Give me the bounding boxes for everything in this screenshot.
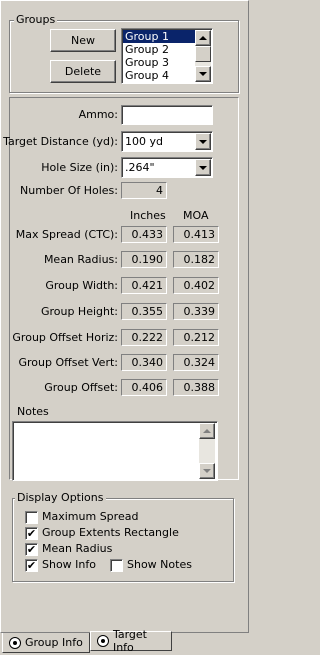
scroll-up-button[interactable] — [195, 30, 211, 46]
stat-label: Max Spread (CTC): — [15, 228, 118, 241]
group-list-item[interactable]: Group 2 — [123, 43, 195, 56]
group-list-item[interactable]: Group 3 — [123, 56, 195, 69]
ammo-input[interactable] — [121, 105, 213, 125]
stat-inches-value: 0.421 — [121, 277, 167, 294]
stat-inches-value: 0.190 — [121, 251, 167, 268]
tab-target-info-label: Target Info — [112, 628, 147, 654]
arrow-up-icon — [199, 36, 207, 40]
stat-moa-value: 0.182 — [173, 251, 219, 268]
max-spread-checkbox[interactable] — [25, 511, 38, 524]
show-notes-checkbox[interactable] — [110, 559, 123, 572]
hole-size-select[interactable]: .264" — [121, 157, 213, 178]
tab-group-info-label: Group Info — [25, 636, 83, 649]
hole-size-label: Hole Size (in): — [41, 161, 118, 174]
groups-listbox[interactable]: Group 1 Group 2 Group 3 Group 4 — [121, 28, 213, 84]
stat-moa-value: 0.402 — [173, 277, 219, 294]
extents-rect-label: Group Extents Rectangle — [42, 526, 179, 539]
stat-inches-value: 0.340 — [121, 354, 167, 371]
stat-label: Group Offset Horiz: — [12, 331, 118, 344]
stat-inches-value: 0.433 — [121, 226, 167, 243]
mean-radius-label: Mean Radius — [42, 542, 113, 555]
number-of-holes-value: 4 — [121, 182, 167, 199]
notes-scrollbar[interactable] — [199, 423, 215, 479]
stat-moa-value: 0.413 — [173, 226, 219, 243]
hole-size-value: .264" — [125, 161, 155, 174]
chevron-down-icon — [199, 166, 207, 170]
stat-label: Group Offset: — [44, 381, 118, 394]
target-distance-label: Target Distance (yd): — [3, 135, 118, 148]
scroll-thumb[interactable] — [195, 46, 211, 62]
stat-inches-value: 0.222 — [121, 329, 167, 346]
group-list-item[interactable]: Group 1 — [123, 30, 195, 43]
delete-group-button[interactable]: Delete — [50, 60, 116, 83]
new-group-button[interactable]: New — [50, 29, 116, 52]
show-info-checkbox[interactable]: ✔ — [25, 559, 38, 572]
ammo-label: Ammo: — [78, 108, 118, 121]
show-info-label: Show Info — [42, 558, 96, 571]
show-notes-label: Show Notes — [127, 558, 192, 571]
scroll-up-button[interactable] — [199, 423, 215, 439]
tab-target-info[interactable]: Target Info — [90, 628, 172, 654]
stat-label: Group Offset Vert: — [18, 356, 118, 369]
stat-label: Group Height: — [40, 305, 118, 318]
scroll-down-button[interactable] — [199, 463, 215, 479]
stat-label: Mean Radius: — [43, 253, 118, 266]
arrow-up-icon — [203, 429, 211, 433]
stat-inches-value: 0.355 — [121, 303, 167, 320]
group-list-item[interactable]: Group 4 — [123, 69, 195, 82]
number-of-holes-label: Number Of Holes: — [20, 184, 118, 197]
arrow-down-icon — [203, 469, 211, 473]
stat-inches-value: 0.406 — [121, 379, 167, 396]
target-distance-value: 100 yd — [125, 135, 163, 148]
extents-rect-checkbox[interactable]: ✔ — [25, 527, 38, 540]
stat-moa-value: 0.212 — [173, 329, 219, 346]
target-icon — [97, 635, 109, 647]
groups-title: Groups — [14, 13, 58, 26]
display-options-title: Display Options — [15, 491, 106, 504]
inches-column-header: Inches — [130, 209, 166, 222]
stat-label: Group Width: — [45, 279, 118, 292]
arrow-down-icon — [199, 72, 207, 76]
notes-label: Notes — [17, 405, 49, 418]
target-distance-select[interactable]: 100 yd — [121, 131, 213, 152]
chevron-down-icon — [199, 140, 207, 144]
notes-textarea[interactable] — [12, 421, 218, 481]
dropdown-button[interactable] — [195, 159, 211, 176]
target-icon — [9, 636, 21, 649]
scroll-down-button[interactable] — [195, 66, 211, 82]
stat-moa-value: 0.339 — [173, 303, 219, 320]
mean-radius-checkbox[interactable]: ✔ — [25, 543, 38, 556]
stat-moa-value: 0.324 — [173, 354, 219, 371]
stat-moa-value: 0.388 — [173, 379, 219, 396]
moa-column-header: MOA — [183, 209, 209, 222]
tab-group-info[interactable]: Group Info — [2, 633, 90, 653]
max-spread-label: Maximum Spread — [42, 510, 139, 523]
dropdown-button[interactable] — [195, 133, 211, 150]
groups-scrollbar[interactable] — [195, 30, 211, 82]
